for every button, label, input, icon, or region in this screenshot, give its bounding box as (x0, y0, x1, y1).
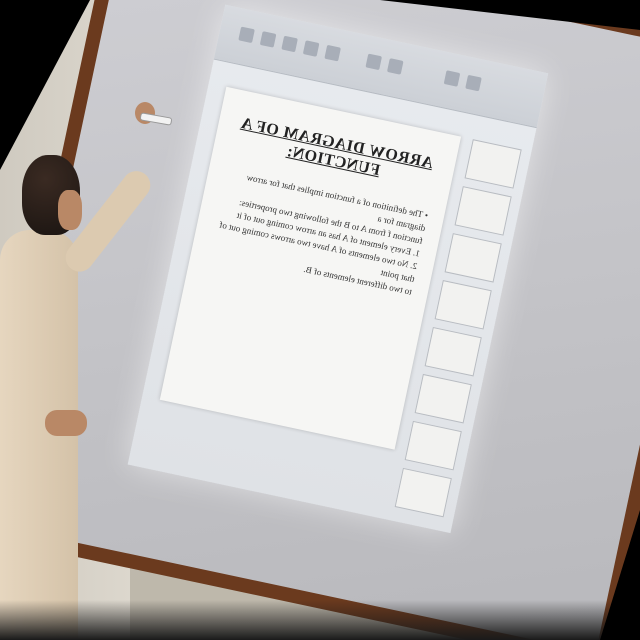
floor-shadow (0, 600, 640, 640)
toolbar-icon (443, 70, 461, 87)
slide-thumbnail (434, 280, 492, 330)
slide-thumbnail (454, 186, 512, 236)
slide-canvas: ARROW DIAGRAM OF A FUNCTION: • The defin… (159, 86, 462, 450)
toolbar-icon (281, 35, 298, 53)
black-corner (600, 510, 640, 640)
toolbar-icon (259, 31, 277, 48)
slide-thumbnail (464, 139, 522, 189)
slide-thumbnail (444, 233, 502, 283)
teacher-lower-hand (45, 410, 87, 436)
toolbar-icon (365, 53, 383, 71)
teacher-face (58, 190, 82, 230)
toolbar-icon (324, 44, 341, 62)
slide-thumbnail (414, 373, 472, 424)
black-corner (380, 0, 640, 30)
toolbar-icon (238, 26, 255, 44)
toolbar-icon (465, 74, 482, 92)
slide-thumbnail (394, 467, 452, 518)
classroom-photo: ARROW DIAGRAM OF A FUNCTION: • The defin… (0, 0, 640, 640)
toolbar-icon (386, 58, 404, 75)
slide-thumbnail (404, 420, 462, 471)
toolbar-icon (302, 40, 320, 57)
projected-powerpoint-window: ARROW DIAGRAM OF A FUNCTION: • The defin… (127, 4, 549, 534)
slide-thumbnail (424, 326, 482, 377)
teacher (0, 102, 173, 640)
black-corner (0, 0, 90, 170)
